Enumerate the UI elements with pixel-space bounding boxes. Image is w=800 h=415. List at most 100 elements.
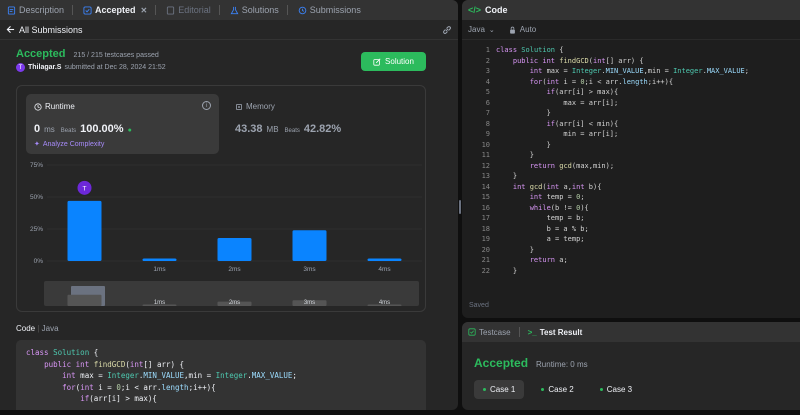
- tab-divider: [72, 5, 74, 15]
- leetcode-workspace: Description Accepted ✕ Editorial Solutio…: [0, 0, 800, 415]
- performance-panel: Runtime i 0 ms Beats 100.00% ● ✦ Analyze…: [16, 85, 426, 312]
- language-select[interactable]: Java ⌄: [468, 25, 495, 34]
- case-pass-dot: [599, 388, 603, 391]
- tab-divider: [286, 5, 288, 15]
- case-tabs: Case 1 Case 2 Case 3: [474, 380, 641, 399]
- editor-source[interactable]: class Solution { public int findGCD(int[…: [496, 45, 749, 276]
- case-pass-dot: [541, 388, 545, 391]
- edit-icon: [373, 57, 381, 66]
- all-submissions-label: All Submissions: [19, 24, 83, 35]
- code-section-header: Code | Java: [16, 324, 59, 333]
- arrow-left-icon: [6, 25, 15, 34]
- tab-submissions[interactable]: Submissions: [293, 5, 366, 15]
- saved-status: Saved: [469, 302, 489, 309]
- case-tab-2[interactable]: Case 2: [532, 380, 582, 399]
- tab-accepted-label: Accepted: [95, 5, 136, 15]
- history-icon: [298, 6, 307, 15]
- tab-divider: [155, 5, 157, 15]
- submitted-code: class Solution { public int findGCD(int[…: [16, 340, 426, 410]
- result-header: Accepted 215 / 215 testcases passed T Th…: [16, 48, 166, 72]
- chart-bar: [367, 258, 402, 261]
- result-status: Accepted: [16, 48, 66, 60]
- user-marker-label: T: [83, 185, 87, 192]
- chart-bar: [217, 237, 252, 261]
- editor-header: </> Code: [462, 0, 800, 20]
- submitted-time: submitted at Dec 28, 2024 21:52: [64, 64, 166, 71]
- tab-submissions-label: Submissions: [309, 5, 361, 15]
- editorial-icon: [166, 5, 175, 15]
- submission-nav-bar: All Submissions: [0, 20, 458, 40]
- lock-icon: [509, 26, 516, 34]
- tab-solutions[interactable]: Solutions: [225, 5, 293, 15]
- chart-bar: [67, 200, 102, 261]
- navigator-tick-label: 3ms: [304, 300, 315, 306]
- tab-editorial[interactable]: Editorial: [161, 5, 225, 15]
- tab-testcase-label: Testcase: [479, 327, 511, 337]
- y-tick-label: 75%: [30, 162, 43, 169]
- flask-icon: [230, 6, 239, 15]
- vertical-resize-handle[interactable]: [459, 200, 461, 214]
- navigator-tick-label: 4ms: [379, 300, 390, 306]
- chevron-down-icon: ⌄: [488, 26, 495, 34]
- navigator-bar: [67, 294, 102, 306]
- test-result-summary: Accepted Runtime: 0 ms: [474, 356, 588, 370]
- x-tick-label: 2ms: [228, 266, 241, 273]
- left-panel: Description Accepted ✕ Editorial Solutio…: [0, 0, 458, 410]
- solution-button-label: Solution: [385, 57, 414, 66]
- auto-mode[interactable]: Auto: [509, 25, 536, 34]
- x-tick-label: 4ms: [378, 266, 391, 273]
- tab-editorial-label: Editorial: [178, 5, 211, 15]
- tab-accepted[interactable]: Accepted ✕: [78, 5, 161, 15]
- tab-divider: [218, 5, 220, 15]
- terminal-icon: >_: [527, 327, 537, 337]
- accepted-icon: [83, 5, 92, 15]
- all-submissions-link[interactable]: All Submissions: [6, 25, 83, 35]
- code-label: Code: [16, 324, 36, 333]
- username[interactable]: Thilagar.S: [28, 64, 61, 71]
- description-icon: [7, 5, 16, 15]
- auto-label: Auto: [519, 25, 537, 34]
- avatar: T: [16, 63, 25, 72]
- tab-testcase[interactable]: Testcase: [468, 328, 511, 337]
- close-icon[interactable]: ✕: [141, 6, 148, 15]
- case-tab-1[interactable]: Case 1: [474, 380, 525, 399]
- case-label: Case 3: [606, 385, 633, 394]
- left-tab-bar: Description Accepted ✕ Editorial Solutio…: [0, 0, 458, 20]
- x-tick-label: 1ms: [153, 266, 166, 273]
- y-tick-label: 0%: [34, 258, 44, 265]
- editor-title: Code: [485, 5, 508, 15]
- case-pass-dot: [483, 388, 486, 391]
- navigator-tick-label: 2ms: [229, 300, 240, 306]
- test-result-status: Accepted: [474, 356, 529, 370]
- tab-solutions-label: Solutions: [241, 5, 279, 15]
- solution-button[interactable]: Solution: [361, 52, 426, 71]
- y-tick-label: 25%: [30, 226, 43, 233]
- case-tab-3[interactable]: Case 3: [591, 380, 641, 399]
- navigator-tick-label: 1ms: [154, 300, 165, 306]
- chart-bar: [142, 258, 177, 261]
- editor-toolbar: Java ⌄ Auto: [462, 20, 800, 40]
- testcases-passed: 215 / 215 testcases passed: [73, 52, 159, 59]
- line-numbers: 1 2 3 4 5 6 7 8 9 10 11 12 13 14 15 16 1…: [481, 46, 490, 275]
- x-tick-label: 3ms: [303, 266, 316, 273]
- tab-divider: [518, 327, 520, 337]
- test-result-panel: Testcase >_ Test Result Accepted Runtime…: [462, 322, 800, 410]
- checkbox-icon: [468, 328, 476, 336]
- runtime-distribution-chart[interactable]: 75% 50% 25% 0% T 1ms 2ms 3ms 4ms 1ms 2ms 3ms 4ms: [17, 86, 427, 313]
- code-editor-panel: </> Code Java ⌄ Auto 1 2 3 4 5 6 7 8 9 1…: [462, 0, 800, 318]
- case-label: Case 2: [548, 385, 574, 394]
- tab-test-result-label: Test Result: [539, 327, 583, 337]
- test-result-runtime: Runtime: 0 ms: [536, 360, 588, 369]
- code-editor[interactable]: 1 2 3 4 5 6 7 8 9 10 11 12 13 14 15 16 1…: [462, 42, 800, 292]
- language-value: Java: [468, 25, 485, 34]
- y-tick-label: 50%: [30, 194, 43, 201]
- code-lang: Java: [41, 324, 59, 333]
- code-icon: </>: [468, 5, 482, 15]
- tab-description[interactable]: Description: [2, 5, 78, 15]
- case-label: Case 1: [490, 385, 516, 394]
- chart-bar: [292, 230, 327, 261]
- tab-description-label: Description: [19, 5, 65, 15]
- link-icon[interactable]: [442, 25, 452, 35]
- tab-test-result[interactable]: >_ Test Result: [528, 328, 583, 337]
- test-panel-tabs: Testcase >_ Test Result: [462, 322, 800, 342]
